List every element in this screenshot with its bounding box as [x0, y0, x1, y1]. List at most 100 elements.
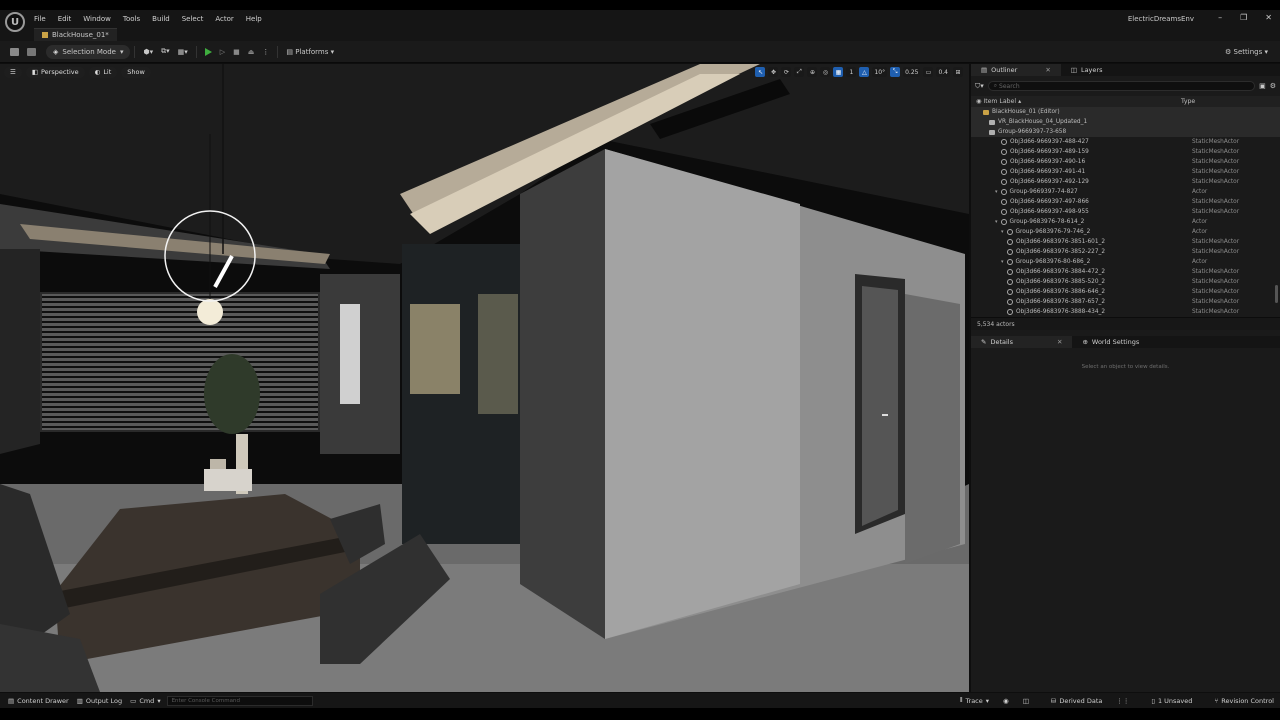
outliner-row[interactable]: Obj3d66-9683976-3885-520_2 StaticMeshActo…	[971, 277, 1280, 287]
eject-button[interactable]: ⏏	[244, 45, 259, 59]
outliner-row[interactable]: Obj3d66-9669397-497-866 StaticMeshActor	[971, 197, 1280, 207]
unsaved-button[interactable]: ▯ 1 Unsaved	[1151, 697, 1192, 705]
selection-mode-dropdown[interactable]: ◈ Selection Mode ▾	[46, 44, 131, 59]
outliner-row[interactable]: Obj3d66-9669397-490-16 StaticMeshActor	[971, 157, 1280, 167]
menu-actor[interactable]: Actor	[215, 15, 233, 23]
scale-icon[interactable]: ⤢	[794, 67, 805, 77]
outliner-row[interactable]: Obj3d66-9669397-491-41 StaticMeshActor	[971, 167, 1280, 177]
settings-button[interactable]: ⚙ Settings ▾	[1221, 45, 1272, 59]
outliner-row[interactable]: Obj3d66-9669397-489-159 StaticMeshActor	[971, 147, 1280, 157]
view-mode-button[interactable]: ◐ Lit	[88, 66, 118, 78]
blueprints-button[interactable]: ⧉▾	[157, 45, 174, 59]
outliner-row[interactable]: ▾ Group-9669397-74-827 Actor	[971, 187, 1280, 197]
expand-arrow-icon[interactable]: ▾	[995, 189, 998, 195]
menu-help[interactable]: Help	[246, 15, 262, 23]
right-panel: ▤ Outliner ✕ ◫ Layers ⛉▾ ⌕ Search ▣ ⚙ ◉ …	[971, 64, 1280, 692]
add-actor-button[interactable]: ⬢▾	[139, 45, 157, 59]
outliner-scrollbar[interactable]	[1275, 285, 1278, 303]
unreal-logo-icon[interactable]: U	[5, 12, 25, 32]
outliner-row[interactable]: Group-9669397-73-658	[971, 127, 1280, 137]
outliner-row[interactable]: Obj3d66-9683976-3851-601_2 StaticMeshActo…	[971, 237, 1280, 247]
record-icon[interactable]: ◉	[1003, 697, 1009, 705]
expand-arrow-icon[interactable]: ▾	[1001, 259, 1004, 265]
menu-build[interactable]: Build	[152, 15, 170, 23]
level-viewport[interactable]: ☰ ◧ Perspective ◐ Lit Show ↖ ✥ ⟳ ⤢ ⊕ ◎ ▦…	[0, 64, 969, 692]
outliner-row[interactable]: BlackHouse_01 (Editor)	[971, 107, 1280, 117]
perspective-button[interactable]: ◧ Perspective	[25, 66, 85, 78]
cmd-dropdown[interactable]: ▭ Cmd ▾	[130, 697, 160, 705]
grid-snap-icon[interactable]: ▦	[833, 67, 844, 77]
blind-slat	[42, 346, 318, 348]
chevron-down-icon: ▾	[1262, 47, 1268, 56]
outliner-row[interactable]: Obj3d66-9683976-3887-657_2 StaticMeshActo…	[971, 297, 1280, 307]
gear-icon: ⚙	[1225, 47, 1234, 56]
trace-button[interactable]: ⫴ Trace ▾	[960, 696, 989, 705]
world-local-icon[interactable]: ⊕	[807, 67, 818, 77]
menu-select[interactable]: Select	[182, 15, 204, 23]
outliner-row[interactable]: Obj3d66-9683976-3852-227_2 StaticMeshActo…	[971, 247, 1280, 257]
grid-snap-value[interactable]: 1	[846, 67, 857, 77]
tab-world-settings[interactable]: ⊕ World Settings	[1072, 336, 1149, 348]
outliner-row[interactable]: Obj3d66-9683976-3888-434_2 StaticMeshActo…	[971, 307, 1280, 317]
camera-speed-value[interactable]: 0.4	[936, 67, 950, 77]
minimize-icon[interactable]: –	[1218, 13, 1222, 22]
outliner-row[interactable]: Obj3d66-9669397-488-427 StaticMeshActor	[971, 137, 1280, 147]
outliner-row[interactable]: Obj3d66-9669397-498-955 StaticMeshActor	[971, 207, 1280, 217]
viewport-layout-icon[interactable]: ⊞	[953, 67, 963, 77]
close-window-icon[interactable]: ✕	[1265, 13, 1272, 22]
expand-arrow-icon[interactable]: ▾	[995, 219, 998, 225]
gear-icon[interactable]: ⚙	[1270, 82, 1276, 90]
stop-button[interactable]: ■	[229, 45, 244, 59]
outliner-row[interactable]: ▾ Group-9683976-80-686_2 Actor	[971, 257, 1280, 267]
save-button[interactable]	[6, 45, 23, 59]
filter-icon[interactable]: ⛉▾	[975, 82, 984, 91]
outliner-row[interactable]: VR_BlackHouse_04_Updated_1	[971, 117, 1280, 127]
platforms-dropdown[interactable]: ▤ Platforms ▾	[282, 45, 338, 59]
rotation-snap-value[interactable]: 10°	[872, 67, 888, 77]
add-folder-icon[interactable]: ▣	[1259, 82, 1266, 90]
outliner-row[interactable]: Obj3d66-9669397-492-129 StaticMeshActor	[971, 177, 1280, 187]
close-icon[interactable]: ✕	[1045, 66, 1050, 74]
maximize-icon[interactable]: ❐	[1240, 13, 1247, 22]
cinematics-button[interactable]: ▦▾	[174, 45, 192, 59]
outliner-row[interactable]: ▾ Group-9683976-78-614_2 Actor	[971, 217, 1280, 227]
camera-speed-icon[interactable]: ▭	[923, 67, 934, 77]
menu-tools[interactable]: Tools	[123, 15, 140, 23]
source-control-icon[interactable]: ⋮⋮	[1116, 697, 1129, 705]
show-button[interactable]: Show	[121, 66, 151, 78]
menu-file[interactable]: File	[34, 15, 46, 23]
menu-window[interactable]: Window	[83, 15, 111, 23]
viewport-options-button[interactable]: ☰	[4, 66, 22, 78]
column-item-label[interactable]: ◉ Item Label ▴	[976, 98, 1181, 105]
derived-data-button[interactable]: ⛁ Derived Data	[1051, 697, 1103, 705]
expand-arrow-icon[interactable]: ▾	[1001, 229, 1004, 235]
console-command-input[interactable]: Enter Console Command	[166, 695, 313, 706]
scale-snap-value[interactable]: 0.25	[903, 67, 921, 77]
tab-layers[interactable]: ◫ Layers	[1061, 64, 1113, 76]
translate-icon[interactable]: ✥	[768, 67, 779, 77]
step-button[interactable]: ▷	[216, 45, 229, 59]
outliner-row[interactable]: Obj3d66-9683976-3886-646_2 StaticMeshActo…	[971, 287, 1280, 297]
outliner-search-input[interactable]: ⌕ Search	[987, 81, 1256, 91]
camera-icon[interactable]: ◫	[1023, 697, 1029, 705]
content-drawer-button[interactable]: ▤ Content Drawer	[8, 697, 69, 705]
level-tab[interactable]: BlackHouse_01*	[34, 28, 117, 41]
tab-outliner[interactable]: ▤ Outliner ✕	[971, 64, 1061, 76]
surface-snap-icon[interactable]: ◎	[820, 67, 831, 77]
play-options-button[interactable]: ⋮	[258, 45, 273, 59]
rotate-icon[interactable]: ⟳	[781, 67, 792, 77]
menu-edit[interactable]: Edit	[58, 15, 72, 23]
scale-snap-icon[interactable]: ⤡	[890, 67, 901, 77]
tab-details[interactable]: ✎ Details ✕	[971, 336, 1073, 348]
select-icon[interactable]: ↖	[755, 67, 766, 77]
outliner-row[interactable]: Obj3d66-9683976-3884-472_2 StaticMeshActo…	[971, 267, 1280, 277]
close-icon[interactable]: ✕	[1057, 338, 1062, 346]
static-mesh-icon	[1001, 159, 1007, 165]
column-type[interactable]: Type	[1181, 98, 1195, 105]
outliner-row[interactable]: ▾ Group-9683976-79-746_2 Actor	[971, 227, 1280, 237]
output-log-button[interactable]: ▥ Output Log	[77, 697, 122, 705]
content-browser-button[interactable]	[23, 45, 40, 59]
rotation-snap-icon[interactable]: △	[859, 67, 870, 77]
revision-control-button[interactable]: ⑂ Revision Control	[1214, 697, 1274, 705]
play-button[interactable]	[201, 45, 216, 59]
